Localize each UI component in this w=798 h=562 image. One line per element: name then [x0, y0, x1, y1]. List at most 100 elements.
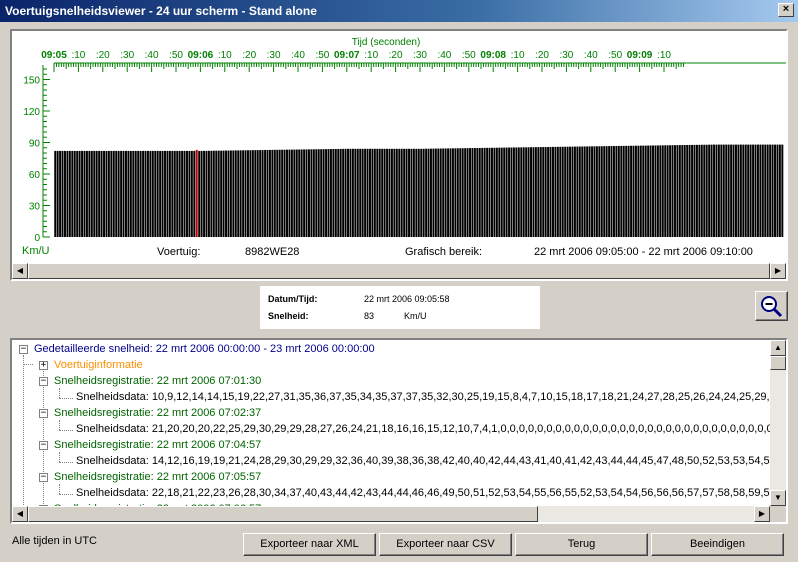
speed-bar[interactable]	[732, 144, 735, 237]
speed-bar[interactable]	[305, 149, 308, 237]
speed-bar[interactable]	[515, 147, 518, 237]
speed-bar[interactable]	[537, 147, 540, 237]
speed-bar[interactable]	[510, 147, 513, 237]
speed-bar[interactable]	[652, 145, 654, 237]
speed-bar[interactable]	[603, 146, 606, 237]
speed-bar[interactable]	[78, 150, 81, 237]
speed-bar[interactable]	[620, 145, 623, 237]
speed-bar[interactable]	[539, 147, 542, 237]
speed-bar[interactable]	[298, 149, 301, 238]
speed-bar[interactable]	[351, 148, 354, 237]
speed-bar[interactable]	[459, 148, 462, 237]
speed-bar[interactable]	[64, 150, 66, 237]
speed-bar[interactable]	[666, 145, 669, 237]
speed-bar[interactable]	[422, 148, 425, 237]
speed-bar[interactable]	[674, 145, 676, 237]
chart-horizontal-scrollbar[interactable]: ◀ ▶	[12, 263, 786, 279]
speed-bar[interactable]	[488, 147, 491, 237]
speed-bar[interactable]	[276, 149, 279, 237]
scroll-thumb[interactable]	[28, 506, 538, 522]
speed-bar[interactable]	[400, 148, 403, 237]
speed-bar[interactable]	[117, 150, 120, 237]
speed-bar[interactable]	[393, 148, 396, 237]
speed-bar[interactable]	[332, 149, 335, 237]
speed-bar[interactable]	[315, 149, 318, 237]
speed-bar[interactable]	[266, 149, 269, 237]
speed-bar[interactable]	[749, 144, 752, 237]
speed-bar[interactable]	[586, 146, 589, 237]
speed-bar[interactable]	[647, 145, 650, 237]
tree-vertical-scrollbar[interactable]: ▲ ▼	[770, 340, 786, 506]
speed-bar[interactable]	[171, 150, 174, 237]
speed-bar[interactable]	[76, 150, 79, 237]
tree-registration-title[interactable]: Snelheidsregistratie: 22 mrt 2006 07:04:…	[54, 439, 261, 452]
speed-bar[interactable]	[415, 148, 418, 237]
collapse-toggle-icon[interactable]: −	[39, 409, 48, 418]
speed-bar[interactable]	[525, 147, 528, 237]
speed-bar[interactable]	[239, 150, 242, 237]
speed-bar[interactable]	[56, 150, 59, 237]
speed-bar[interactable]	[698, 144, 701, 237]
speed-bar[interactable]	[554, 146, 557, 237]
speed-bar[interactable]	[735, 144, 737, 237]
speed-bar[interactable]	[730, 144, 733, 237]
speed-bar[interactable]	[691, 144, 694, 237]
speed-bar[interactable]	[566, 146, 569, 237]
speed-bar[interactable]	[766, 144, 769, 237]
speed-bar[interactable]	[188, 150, 191, 237]
collapse-toggle-icon[interactable]: −	[19, 345, 28, 354]
tree-registration-title[interactable]: Snelheidsregistratie: 22 mrt 2006 07:02:…	[54, 407, 261, 420]
speed-bar[interactable]	[356, 148, 359, 237]
speed-bar[interactable]	[432, 148, 435, 237]
speed-bar[interactable]	[227, 150, 230, 237]
speed-bar[interactable]	[361, 148, 364, 237]
speed-bar[interactable]	[583, 146, 586, 237]
speed-bar[interactable]	[244, 150, 247, 237]
speed-bar[interactable]	[90, 150, 93, 237]
speed-bar[interactable]	[439, 148, 442, 237]
speed-bar[interactable]	[81, 150, 84, 237]
speed-bar[interactable]	[559, 146, 562, 237]
speed-bar[interactable]	[747, 144, 750, 237]
speed-bar[interactable]	[703, 144, 706, 237]
speed-bar[interactable]	[386, 148, 389, 237]
speed-bar[interactable]	[561, 146, 564, 237]
speed-bar[interactable]	[522, 147, 525, 237]
speed-bar[interactable]	[320, 149, 323, 237]
speed-bar[interactable]	[151, 150, 154, 237]
speed-bar[interactable]	[125, 150, 127, 237]
speed-bar[interactable]	[781, 144, 784, 237]
speed-bar[interactable]	[264, 149, 267, 237]
speed-bar[interactable]	[654, 145, 657, 237]
speed-bar[interactable]	[98, 150, 101, 237]
speed-bar[interactable]	[503, 147, 506, 237]
speed-bar[interactable]	[129, 150, 132, 237]
tree-vehicle-info[interactable]: Voertuiginformatie	[54, 359, 143, 372]
speed-bar[interactable]	[622, 145, 625, 237]
speed-bar[interactable]	[708, 144, 711, 237]
speed-bar[interactable]	[615, 146, 618, 237]
speed-bar[interactable]	[630, 145, 633, 237]
speed-bar[interactable]	[752, 144, 755, 237]
speed-bar[interactable]	[200, 150, 203, 237]
speed-bar[interactable]	[364, 148, 367, 237]
speed-bar[interactable]	[481, 147, 484, 237]
speed-bar[interactable]	[642, 145, 645, 237]
speed-bar[interactable]	[254, 150, 257, 237]
speed-bar[interactable]	[61, 150, 64, 237]
speed-bar[interactable]	[205, 150, 208, 237]
speed-bar[interactable]	[327, 149, 330, 237]
speed-bar[interactable]	[776, 144, 779, 237]
scroll-thumb[interactable]	[28, 263, 770, 279]
speed-bar[interactable]	[447, 148, 450, 237]
speed-bar[interactable]	[591, 146, 593, 237]
speed-bar[interactable]	[627, 145, 630, 237]
speed-bar[interactable]	[329, 149, 332, 237]
speed-bar[interactable]	[564, 146, 567, 237]
speed-bar[interactable]	[154, 150, 157, 237]
speed-bar[interactable]	[271, 149, 274, 237]
speed-bar[interactable]	[676, 145, 679, 237]
speed-bar[interactable]	[632, 145, 635, 237]
speed-bar[interactable]	[120, 150, 123, 237]
close-icon[interactable]: ×	[778, 3, 794, 17]
